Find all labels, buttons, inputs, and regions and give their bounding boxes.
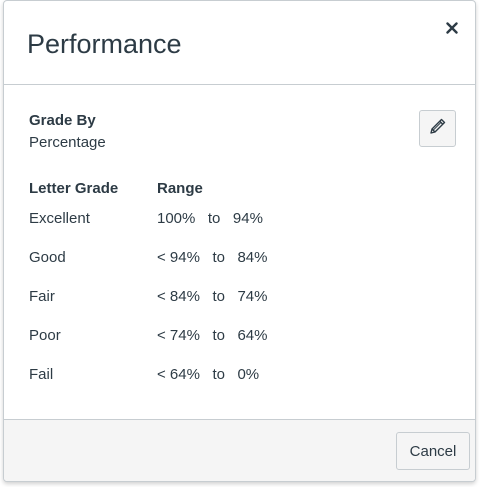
grade-row: Fair < 84% to 74% [4,288,475,310]
grade-name: Fail [29,366,54,383]
dialog-title: Performance [27,29,182,59]
dialog-body: Grade By Percentage Letter Grade Range E… [4,85,475,419]
grade-range: 100% to 94% [157,210,263,227]
column-header-range: Range [157,180,203,197]
dialog-footer: Cancel [4,419,475,481]
grade-range: < 84% to 74% [157,288,268,305]
grade-range: < 94% to 84% [157,249,268,266]
pencil-icon [428,116,448,141]
cancel-button[interactable]: Cancel [396,432,470,470]
grade-range: < 74% to 64% [157,327,268,344]
close-button[interactable] [441,17,463,39]
column-header-letter-grade: Letter Grade [29,180,119,197]
grade-range: < 64% to 0% [157,366,260,383]
grade-row: Poor < 74% to 64% [4,327,475,349]
close-icon [446,22,458,34]
grade-row: Excellent 100% to 94% [4,210,475,232]
performance-dialog: Performance Grade By Percentage Letter G [3,0,476,482]
grade-name: Poor [29,327,61,344]
grade-by-value: Percentage [29,134,106,151]
grade-name: Good [29,249,66,266]
grade-row: Fail < 64% to 0% [4,366,475,388]
grade-name: Excellent [29,210,90,227]
grade-by-label: Grade By [29,112,96,129]
edit-button[interactable] [419,110,456,147]
dialog-header: Performance [4,1,475,85]
grade-name: Fair [29,288,55,305]
grade-row: Good < 94% to 84% [4,249,475,271]
